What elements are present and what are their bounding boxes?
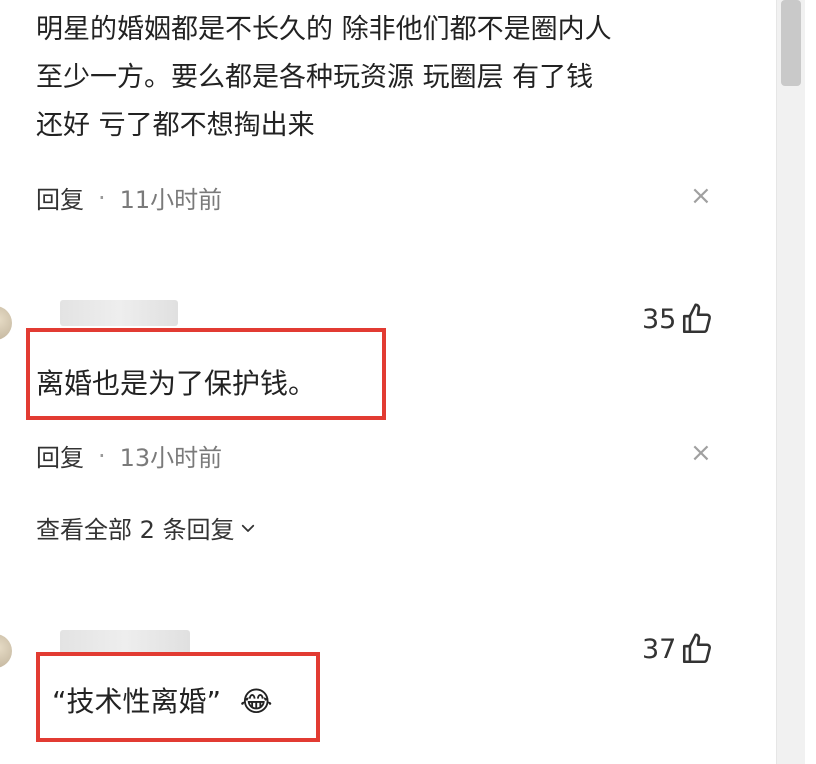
- close-icon[interactable]: ×: [690, 183, 712, 209]
- reply-button[interactable]: 回复: [36, 438, 84, 473]
- timestamp: 13小时前: [119, 444, 223, 472]
- thumbs-up-icon: [683, 303, 712, 334]
- scrollbar[interactable]: [776, 0, 805, 764]
- like-button[interactable]: 37: [642, 632, 714, 666]
- comment-text: 离婚也是为了保护钱。: [36, 367, 317, 400]
- separator-dot: ·: [98, 183, 106, 212]
- like-button[interactable]: 35: [642, 302, 714, 336]
- comment-meta: 回复 · 11小时前: [36, 180, 222, 215]
- comment-text-line-1: 明星的婚姻都是不长久的 除非他们都不是圈内人: [36, 14, 612, 45]
- reply-button[interactable]: 回复: [36, 180, 84, 215]
- comment-text-line-2: 至少一方。要么都是各种玩资源 玩圈层 有了钱: [36, 62, 594, 93]
- close-icon[interactable]: ×: [690, 440, 712, 466]
- separator-dot: ·: [98, 441, 106, 470]
- comment-meta: 回复 · 13小时前: [36, 438, 222, 473]
- scrollbar-thumb[interactable]: [781, 0, 801, 86]
- avatar[interactable]: [0, 634, 12, 668]
- comment-text-quote: “技术性离婚”: [52, 685, 222, 718]
- view-all-replies-button[interactable]: 查看全部 2 条回复: [36, 510, 257, 545]
- timestamp: 11小时前: [119, 186, 223, 214]
- like-count: 35: [642, 303, 677, 335]
- comment-text: “技术性离婚” 😂: [52, 680, 273, 724]
- username-blurred: [60, 300, 178, 326]
- view-all-replies-label: 查看全部 2 条回复: [36, 516, 235, 544]
- comment-text-line-3: 还好 亏了都不想掏出来: [36, 110, 315, 141]
- avatar[interactable]: [0, 306, 12, 340]
- thumbs-up-icon: [683, 633, 712, 664]
- like-count: 37: [642, 633, 677, 665]
- chevron-down-icon: [241, 524, 254, 532]
- laughing-emoji-icon: 😂: [239, 685, 273, 718]
